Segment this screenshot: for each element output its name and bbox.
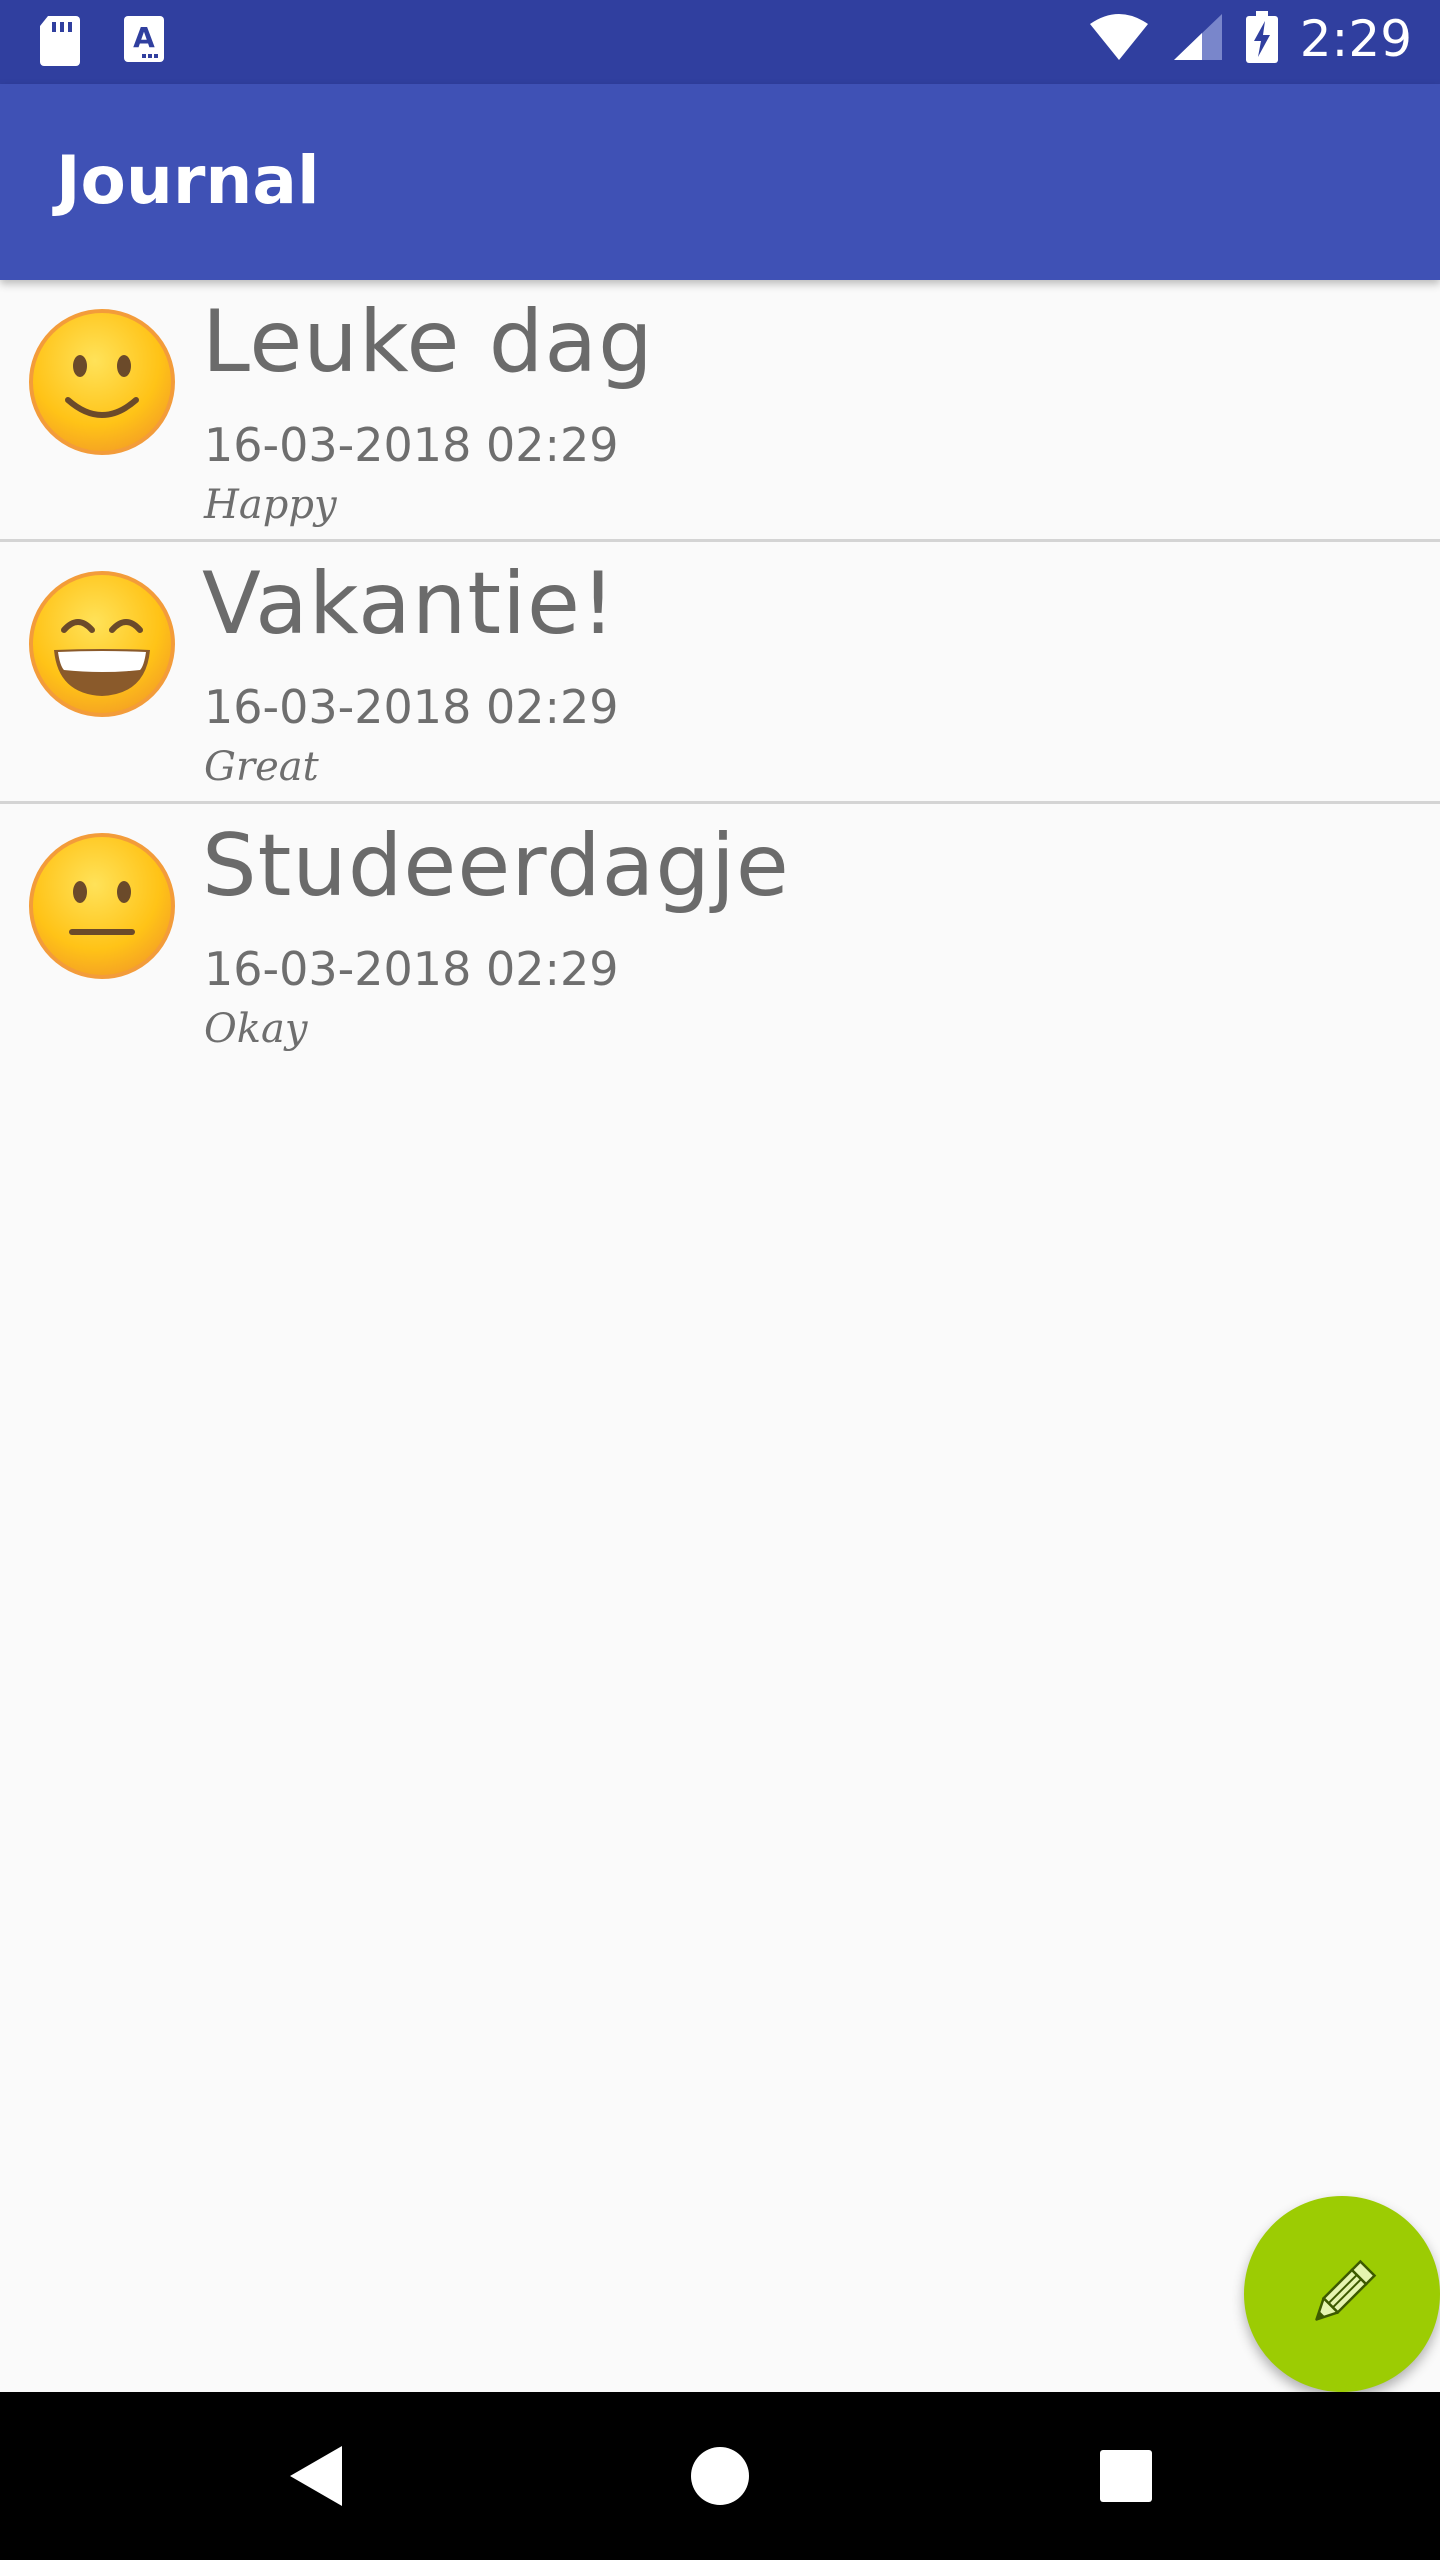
home-icon[interactable]	[680, 2436, 760, 2516]
wifi-icon	[1088, 12, 1150, 66]
status-bar: A 2:29	[0, 0, 1440, 84]
entry-title: Leuke dag	[202, 292, 654, 392]
sd-card-icon	[38, 14, 82, 72]
font-app-icon: A	[122, 14, 166, 72]
recents-icon[interactable]	[1086, 2436, 1166, 2516]
entry-date: 16-03-2018 02:29	[204, 942, 619, 996]
cell-signal-icon	[1172, 12, 1224, 66]
battery-charging-icon	[1245, 11, 1278, 67]
entry-date: 16-03-2018 02:29	[204, 680, 619, 734]
journal-entry[interactable]: Vakantie! 16-03-2018 02:29 Great	[0, 542, 1440, 804]
entry-date: 16-03-2018 02:29	[204, 418, 619, 472]
smile-emoji-icon	[28, 308, 176, 456]
entry-mood: Okay	[204, 1006, 308, 1052]
neutral-emoji-icon	[28, 832, 176, 980]
new-entry-button[interactable]	[1244, 2196, 1440, 2392]
entry-title: Studeerdagje	[202, 816, 790, 916]
journal-entry[interactable]: Leuke dag 16-03-2018 02:29 Happy	[0, 280, 1440, 542]
grin-emoji-icon	[28, 570, 176, 718]
app-bar: Journal	[0, 84, 1440, 280]
svg-text:A: A	[133, 21, 155, 54]
screen: A 2:29 Journal Leuke dag 16-03-2018 02:2…	[0, 0, 1440, 2560]
journal-entry[interactable]: Studeerdagje 16-03-2018 02:29 Okay	[0, 804, 1440, 1066]
entry-mood: Great	[204, 744, 319, 790]
status-time: 2:29	[1299, 10, 1412, 68]
entry-title: Vakantie!	[202, 554, 617, 654]
back-icon[interactable]	[276, 2436, 356, 2516]
navigation-bar	[0, 2392, 1440, 2560]
journal-list: Leuke dag 16-03-2018 02:29 Happy Vakanti…	[0, 280, 1440, 1066]
entry-mood: Happy	[204, 482, 337, 528]
app-title: Journal	[56, 142, 320, 219]
